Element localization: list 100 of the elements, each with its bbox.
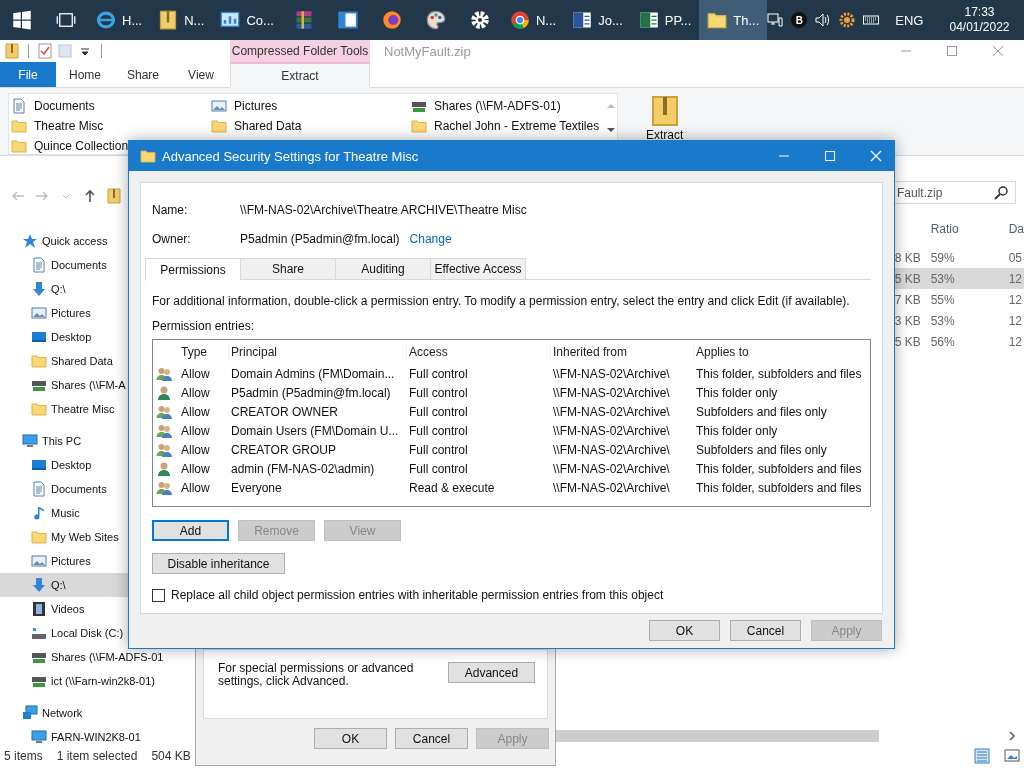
taskbar-button[interactable]: Co... — [212, 0, 282, 40]
dialog-button[interactable]: OK — [314, 728, 387, 749]
table-cell-text: Domain Users (FM\Domain U... — [230, 423, 400, 438]
owner-name: P5admin (P5admin@fm.local) — [240, 232, 400, 246]
location-item[interactable]: Shared Data — [211, 116, 411, 136]
table-cell-text: This folder, subfolders and files — [695, 366, 863, 381]
nav-item[interactable]: Local Disk (C:) — [0, 621, 183, 645]
keyboard-icon[interactable] — [863, 12, 880, 28]
dialog-button[interactable]: OK — [649, 620, 720, 641]
clock[interactable]: 17:33 04/01/2022 — [939, 5, 1020, 35]
computer-icon — [31, 729, 47, 745]
folder-icon — [11, 118, 27, 134]
search-field[interactable]: Fault.zip — [894, 181, 1016, 204]
table-cell-text: Allow — [180, 461, 211, 476]
folder-icon — [11, 138, 27, 154]
entry-button[interactable]: Add — [152, 520, 229, 541]
column-header[interactable]: Applies to — [694, 345, 870, 359]
table-cell-text: 3 KB — [894, 313, 922, 328]
column-header[interactable]: Inherited from — [551, 345, 694, 359]
table-cell-text: Full control — [408, 461, 469, 476]
table-cell-text: \\FM-NAS-02\Archive\ — [552, 461, 671, 476]
location-item[interactable]: Rachel John - Extreme Textiles — [411, 116, 601, 136]
column-header[interactable]: Ratio — [930, 222, 1009, 236]
column-header[interactable]: Access — [407, 345, 551, 359]
ribbon-tab[interactable]: File — [0, 62, 56, 87]
column-header[interactable]: Type — [179, 345, 229, 359]
table-cell-text: Everyone — [230, 480, 283, 495]
table-cell-text: Allow — [180, 442, 211, 457]
document-icon — [11, 98, 27, 114]
location-item[interactable]: Documents — [11, 96, 211, 116]
music-note-icon — [31, 505, 47, 521]
change-link[interactable]: Change — [409, 232, 452, 246]
zip-folder-icon[interactable] — [4, 43, 20, 59]
browser-icon — [381, 10, 402, 30]
taskbar-button[interactable]: PP... — [630, 0, 700, 40]
folder-icon — [31, 529, 47, 545]
column-header[interactable]: Da — [1008, 222, 1024, 236]
nav-item[interactable]: FARN-WIN2K8-01 — [0, 725, 183, 749]
thumbnail-view-icon[interactable] — [1004, 748, 1020, 764]
table-cell-text: 53% — [930, 313, 956, 328]
location-item[interactable]: Theatre Misc — [11, 116, 211, 136]
nav-item[interactable]: Network — [0, 701, 183, 725]
table-cell: 12 — [1008, 334, 1022, 349]
location-item[interactable]: Shares (\\FM-ADFS-01) — [411, 96, 601, 116]
advanced-note: For special permissions or advanced settings, click Advanced. — [218, 662, 415, 688]
table-cell-text: This folder, subfolders and files — [695, 461, 863, 476]
dialog-tab[interactable]: Share — [240, 258, 336, 280]
object-path: \\FM-NAS-02\Archive\Theatre ARCHIVE\Theatre Misc — [240, 203, 527, 217]
nav-item[interactable]: ict (\\Farn-win2k8-01) — [0, 669, 183, 693]
computer-icon — [22, 433, 38, 449]
nav-item[interactable]: Shares (\\FM-ADFS-01 — [0, 645, 183, 669]
ribbon-tab[interactable]: Home — [56, 62, 114, 87]
table-cell: 05 — [1008, 250, 1022, 265]
dialog-tab[interactable]: Permissions — [145, 258, 241, 281]
column-header[interactable]: Principal — [229, 345, 407, 359]
dialog-button[interactable]: Cancel — [730, 620, 801, 641]
ribbon-tab[interactable]: Extract — [230, 62, 370, 88]
checklist-icon[interactable] — [37, 43, 53, 59]
network-icon[interactable] — [767, 12, 784, 28]
ribbon-tab[interactable]: Share — [114, 62, 172, 87]
table-cell-text: This folder only — [695, 385, 779, 400]
table-cell-text: Full control — [408, 404, 469, 419]
folder-icon — [31, 401, 47, 417]
maximize-icon[interactable] — [822, 148, 838, 164]
volume-icon[interactable] — [815, 12, 832, 28]
dialog-tab[interactable]: Auditing — [335, 258, 431, 280]
desktop-icon — [31, 329, 47, 345]
taskbar-button[interactable]: H... — [88, 0, 151, 40]
dialog-tab[interactable]: Effective Access — [430, 258, 526, 280]
taskbar-button[interactable]: Jo... — [564, 0, 631, 40]
user-group-icon — [156, 479, 172, 496]
table-cell-text: Full control — [408, 385, 469, 400]
disable-inheritance-button[interactable]: Disable inheritance — [152, 553, 285, 574]
dialog-button[interactable]: Cancel — [395, 728, 468, 749]
language-indicator[interactable]: ENG — [887, 12, 932, 28]
table-cell-text: \\FM-NAS-02\Archive\ — [552, 404, 671, 419]
taskbar-button[interactable]: Th... — [699, 0, 768, 40]
section-label: Permission entries: — [152, 319, 255, 333]
ribbon-tab[interactable]: View — [172, 62, 230, 87]
table-cell-text: Domain Admins (FM\Domain... — [230, 366, 396, 381]
table-cell-text: Subfolders and files only — [695, 404, 828, 419]
table-cell-text: 53% — [930, 271, 956, 286]
taskbar-button[interactable]: N... — [501, 0, 565, 40]
checkbox[interactable] — [152, 588, 165, 602]
table-cell-text: 7 KB — [894, 292, 922, 307]
maximize-icon[interactable] — [944, 43, 960, 59]
user-group-icon — [156, 365, 172, 382]
table-cell-text: \\FM-NAS-02\Archive\ — [552, 366, 671, 381]
table-cell-text: Full control — [408, 442, 469, 457]
location-item[interactable]: Pictures — [211, 96, 411, 116]
table-cell: 12 — [1008, 271, 1022, 286]
close-icon[interactable] — [990, 43, 1006, 59]
tray-badge[interactable]: B — [791, 12, 808, 28]
field-label: Name: — [152, 203, 189, 217]
extract-button[interactable]: Extract — [642, 93, 688, 144]
user-icon — [156, 460, 172, 477]
taskbar-button[interactable]: N... — [150, 0, 213, 40]
advanced-button[interactable]: Advanced — [447, 662, 535, 683]
close-icon[interactable] — [868, 148, 884, 164]
sun-icon[interactable] — [839, 12, 856, 28]
